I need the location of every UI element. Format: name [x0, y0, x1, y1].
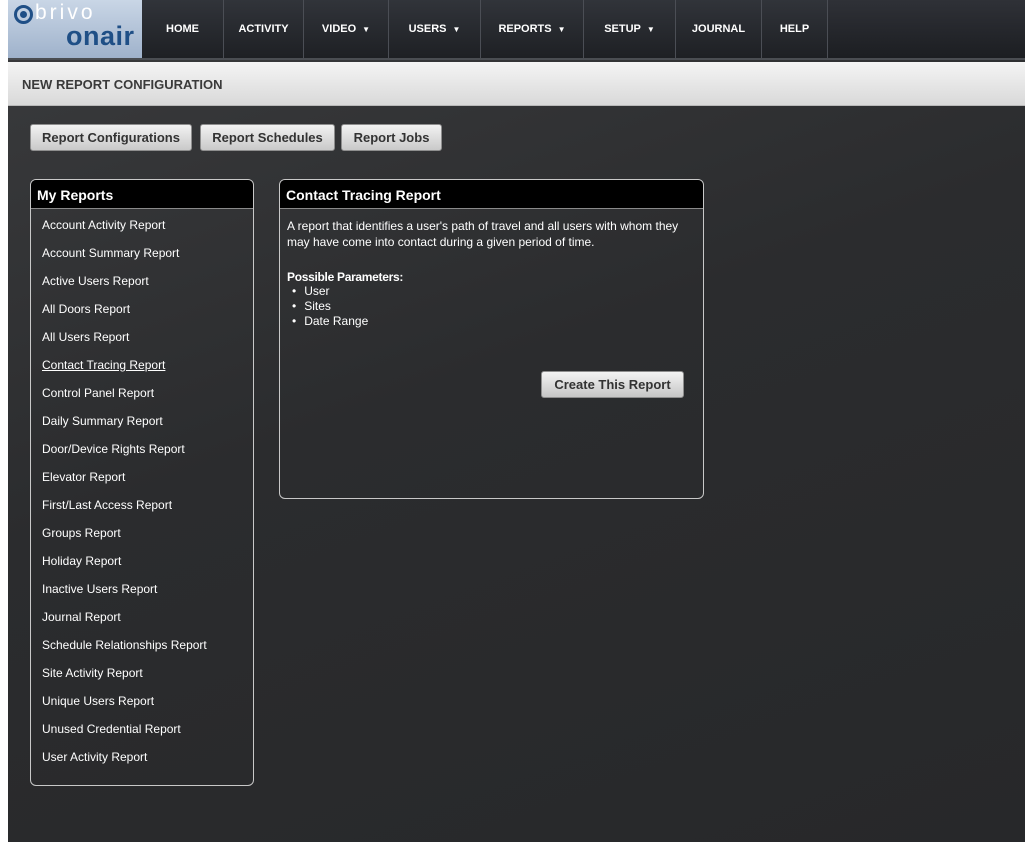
report-item[interactable]: Schedule Relationships Report: [31, 636, 253, 664]
nav-help[interactable]: HELP: [762, 0, 828, 58]
parameters-list: User Sites Date Range: [287, 284, 697, 329]
report-item[interactable]: Inactive Users Report: [31, 580, 253, 608]
report-item[interactable]: Active Users Report: [31, 272, 253, 300]
create-report-label: Create This Report: [554, 377, 671, 392]
report-item[interactable]: Unique Users Report: [31, 692, 253, 720]
parameter-item: User: [287, 284, 697, 299]
nav-label: SETUP: [604, 23, 641, 35]
report-item[interactable]: All Users Report: [31, 328, 253, 356]
report-item[interactable]: Elevator Report: [31, 468, 253, 496]
report-item[interactable]: User Activity Report: [31, 748, 253, 776]
tab-report-jobs[interactable]: Report Jobs: [341, 124, 442, 151]
nav-label: REPORTS: [498, 23, 552, 35]
nav-label: ACTIVITY: [238, 23, 289, 35]
tab-report-schedules[interactable]: Report Schedules: [200, 124, 335, 151]
report-item[interactable]: First/Last Access Report: [31, 496, 253, 524]
report-description: A report that identifies a user's path o…: [287, 219, 679, 249]
nav-label: HOME: [166, 23, 199, 35]
nav-label: JOURNAL: [691, 23, 746, 35]
nav-video[interactable]: VIDEO ▼: [304, 0, 389, 58]
parameter-item: Sites: [287, 299, 697, 314]
top-navigation: brivo onair HOME ACTIVITY VIDEO ▼ USERS …: [8, 0, 1025, 60]
brivo-onair-logo[interactable]: brivo onair: [8, 0, 142, 58]
report-item[interactable]: Groups Report: [31, 524, 253, 552]
create-report-button[interactable]: Create This Report: [541, 371, 684, 398]
nav-users[interactable]: USERS ▼: [389, 0, 481, 58]
report-item-selected[interactable]: Contact Tracing Report: [31, 356, 253, 384]
parameters-heading: Possible Parameters:: [287, 270, 404, 284]
nav-journal[interactable]: JOURNAL: [676, 0, 762, 58]
tab-label: Report Schedules: [212, 130, 323, 145]
main-menu: HOME ACTIVITY VIDEO ▼ USERS ▼ REPORTS ▼ …: [142, 0, 828, 58]
page-title-bar: NEW REPORT CONFIGURATION: [8, 62, 1025, 106]
report-item[interactable]: Account Activity Report: [31, 216, 253, 244]
nav-label: HELP: [779, 23, 810, 35]
app-window: brivo onair HOME ACTIVITY VIDEO ▼ USERS …: [8, 0, 1025, 842]
report-item[interactable]: Journal Report: [31, 608, 253, 636]
report-item[interactable]: Holiday Report: [31, 552, 253, 580]
caret-down-icon: ▼: [557, 24, 566, 34]
my-reports-heading: My Reports: [31, 180, 253, 209]
caret-down-icon: ▼: [452, 24, 461, 34]
nav-setup[interactable]: SETUP ▼: [584, 0, 676, 58]
report-item[interactable]: Door/Device Rights Report: [31, 440, 253, 468]
report-item[interactable]: Control Panel Report: [31, 384, 253, 412]
my-reports-panel: My Reports Account Activity Report Accou…: [30, 179, 254, 786]
report-detail-panel: Contact Tracing Report A report that ide…: [279, 179, 704, 499]
logo-text-bottom: onair: [66, 21, 135, 51]
tab-label: Report Configurations: [42, 130, 180, 145]
reports-list: Account Activity Report Account Summary …: [31, 209, 253, 776]
caret-down-icon: ▼: [362, 24, 371, 34]
tab-label: Report Jobs: [353, 130, 430, 145]
page-title: NEW REPORT CONFIGURATION: [22, 77, 223, 92]
caret-down-icon: ▼: [646, 24, 655, 34]
report-detail-title: Contact Tracing Report: [280, 180, 703, 209]
nav-reports[interactable]: REPORTS ▼: [481, 0, 584, 58]
report-item[interactable]: All Doors Report: [31, 300, 253, 328]
tab-report-configurations[interactable]: Report Configurations: [30, 124, 192, 151]
parameter-item: Date Range: [287, 314, 697, 329]
nav-activity[interactable]: ACTIVITY: [224, 0, 304, 58]
report-item[interactable]: Daily Summary Report: [31, 412, 253, 440]
nav-label: USERS: [408, 23, 447, 35]
report-item[interactable]: Site Activity Report: [31, 664, 253, 692]
nav-label: VIDEO: [321, 23, 357, 35]
report-item[interactable]: Unused Credential Report: [31, 720, 253, 748]
report-detail-body: A report that identifies a user's path o…: [280, 209, 703, 329]
nav-home[interactable]: HOME: [142, 0, 224, 58]
brivo-logo-icon: [14, 5, 33, 24]
report-item[interactable]: Account Summary Report: [31, 244, 253, 272]
